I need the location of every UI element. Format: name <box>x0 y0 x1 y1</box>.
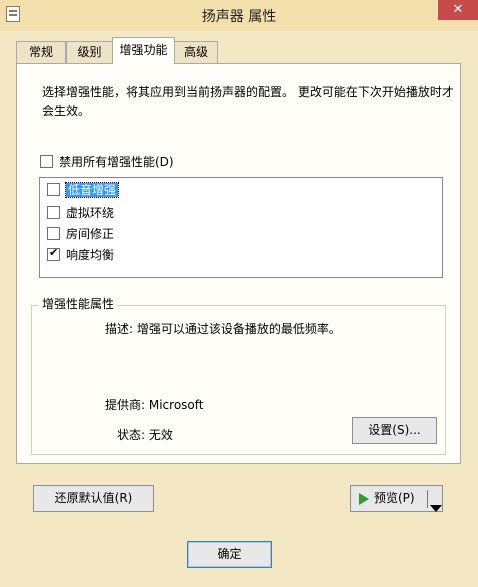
close-icon: ✕ <box>452 2 464 17</box>
close-button[interactable]: ✕ <box>438 0 478 20</box>
provider-text: 提供商: Microsoft <box>105 398 204 412</box>
list-item-label: 房间修正 <box>66 226 115 241</box>
list-item-label: 响度均衡 <box>66 247 115 262</box>
check-icon: ✔ <box>49 246 59 259</box>
enhancement-description: 描述: 增强可以通过该设备播放的最低频率。 <box>105 322 341 336</box>
play-icon <box>359 492 369 505</box>
tab-general[interactable]: 常规 <box>16 41 66 63</box>
tab-advanced[interactable]: 高级 <box>174 41 218 63</box>
tab-levels[interactable]: 级别 <box>66 41 113 63</box>
list-item-label: 低音增强 <box>64 181 120 198</box>
tab-label: 级别 <box>77 45 102 59</box>
enhancements-description: 选择增强性能，将其应用到当前扬声器的配置。 更改可能在下次开始播放时才会生效。 <box>42 85 454 118</box>
tab-label: 增强功能 <box>119 43 168 57</box>
status-text: 状态: 无效 <box>117 428 173 442</box>
restore-defaults-button[interactable]: 还原默认值(R) <box>33 485 154 512</box>
disable-all-checkbox[interactable] <box>40 155 53 168</box>
list-item-room-correction[interactable]: 房间修正 <box>47 224 114 242</box>
bass-boost-checkbox[interactable] <box>47 183 60 196</box>
list-item-loudness-equalization[interactable]: ✔ 响度均衡 <box>47 245 114 263</box>
loudness-equalization-checkbox[interactable]: ✔ <box>47 246 60 261</box>
tab-enhancements[interactable]: 增强功能 <box>112 37 175 64</box>
group-title: 增强性能属性 <box>39 295 118 312</box>
ok-button[interactable]: 确定 <box>187 541 272 568</box>
speaker-properties-window: 扬声器 属性 ✕ 常规 级别 增强功能 高级 选择增强性能，将其应用到当前扬声器… <box>0 0 478 587</box>
list-item-bass-boost[interactable]: 低音增强 <box>47 180 120 198</box>
list-item-label: 虚拟环绕 <box>66 205 115 220</box>
settings-button-label: 设置(S)... <box>368 423 421 437</box>
tab-label: 高级 <box>183 45 208 59</box>
disable-all-label: 禁用所有增强性能(D) <box>59 155 174 169</box>
list-item-virtual-surround[interactable]: 虚拟环绕 <box>47 203 114 221</box>
preview-label: 预览(P) <box>374 491 415 505</box>
ok-label: 确定 <box>217 547 242 561</box>
window-title: 扬声器 属性 <box>201 9 277 25</box>
tab-label: 常规 <box>28 45 53 59</box>
chevron-down-icon[interactable] <box>430 496 442 521</box>
enhancements-panel: 选择增强性能，将其应用到当前扬声器的配置。 更改可能在下次开始播放时才会生效。 … <box>16 63 461 464</box>
title-bar[interactable]: 扬声器 属性 ✕ <box>0 0 478 31</box>
settings-button[interactable]: 设置(S)... <box>352 417 437 444</box>
restore-defaults-label: 还原默认值(R) <box>54 491 133 505</box>
room-correction-checkbox[interactable] <box>47 227 60 240</box>
virtual-surround-checkbox[interactable] <box>47 206 60 219</box>
preview-split-button[interactable]: 预览(P) <box>350 485 443 512</box>
split-separator <box>427 490 428 508</box>
disable-all-row[interactable]: 禁用所有增强性能(D) <box>40 153 174 170</box>
enhancements-list[interactable]: 低音增强 虚拟环绕 房间修正 ✔ 响度均衡 <box>39 177 443 278</box>
